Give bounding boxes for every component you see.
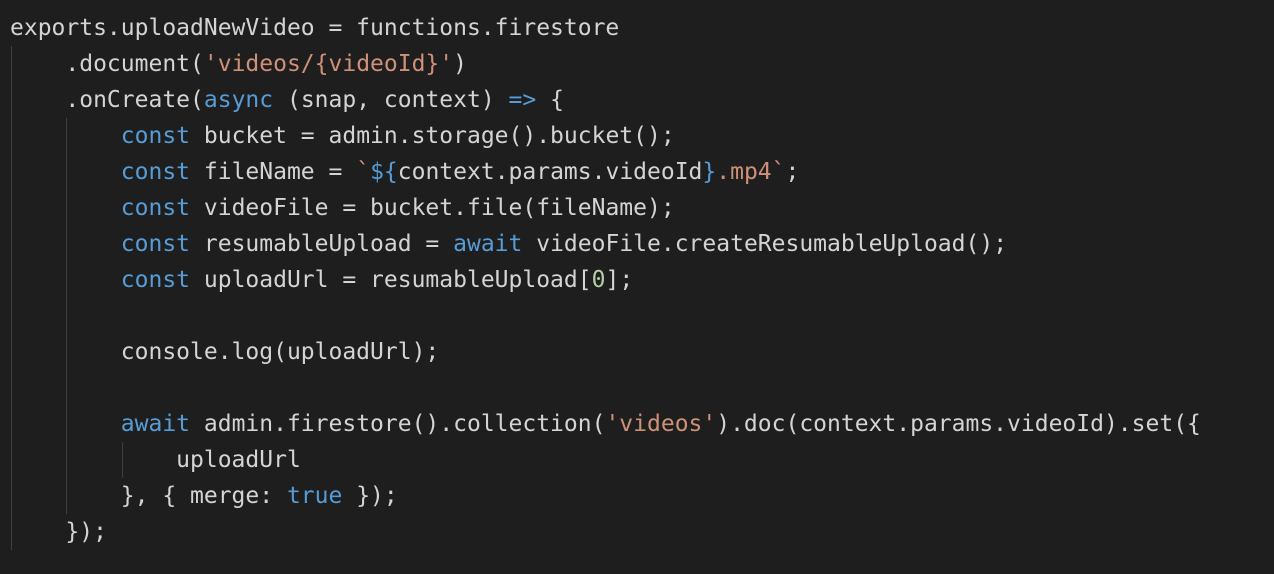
code-token: uploadUrl = resumableUpload[ xyxy=(190,267,592,293)
code-token: 'videos' xyxy=(605,411,717,437)
code-line[interactable]: const bucket = admin.storage().bucket(); xyxy=(10,118,1201,154)
code-token: bucket = admin.storage().bucket(); xyxy=(190,123,675,149)
code-token: console.log(uploadUrl); xyxy=(120,339,440,365)
code-token: }, { merge: xyxy=(120,483,287,509)
code-line[interactable] xyxy=(10,298,1201,334)
code-token: ` xyxy=(356,159,371,185)
code-token: }); xyxy=(65,519,107,545)
code-token: admin.firestore().collection( xyxy=(190,411,606,437)
code-token: ).doc(context.params.videoId).set({ xyxy=(716,411,1201,437)
code-content[interactable]: exports.uploadNewVideo = functions.fires… xyxy=(10,10,1201,550)
code-line[interactable]: }); xyxy=(10,514,1201,550)
code-token: }); xyxy=(342,483,398,509)
code-line[interactable]: .document('videos/{videoId}') xyxy=(10,46,1201,82)
code-line[interactable]: }, { merge: true }); xyxy=(10,478,1201,514)
code-token: ${ xyxy=(370,159,398,185)
code-line[interactable] xyxy=(10,370,1201,406)
code-line[interactable]: exports.uploadNewVideo = functions.fires… xyxy=(10,10,1201,46)
code-token: .mp4` xyxy=(716,159,786,185)
code-token: const xyxy=(120,123,191,149)
code-token: } xyxy=(702,159,717,185)
code-token: exports.uploadNewVideo = functions.fires… xyxy=(10,15,620,41)
code-line[interactable]: .onCreate(async (snap, context) => { xyxy=(10,82,1201,118)
code-token: async xyxy=(203,87,274,113)
code-token: context.params.videoId xyxy=(397,159,703,185)
code-line[interactable]: const videoFile = bucket.file(fileName); xyxy=(10,190,1201,226)
code-line[interactable]: const uploadUrl = resumableUpload[0]; xyxy=(10,262,1201,298)
code-token: (snap, context) xyxy=(273,87,509,113)
code-token: .document( xyxy=(65,51,204,77)
code-token: uploadUrl xyxy=(176,447,301,473)
code-token: const xyxy=(120,267,191,293)
code-token: await xyxy=(453,231,523,257)
code-token: videoFile = bucket.file(fileName); xyxy=(190,195,675,221)
code-token: { xyxy=(536,87,564,113)
code-line[interactable]: console.log(uploadUrl); xyxy=(10,334,1201,370)
code-token: videoFile.createResumableUpload(); xyxy=(522,231,1008,257)
code-token: ) xyxy=(453,51,467,77)
code-token: await xyxy=(120,411,191,437)
code-line[interactable]: uploadUrl xyxy=(10,442,1201,478)
code-token: 0 xyxy=(591,267,606,293)
code-token: true xyxy=(286,483,343,509)
code-token: => xyxy=(508,87,537,113)
code-token: const xyxy=(120,195,191,221)
code-editor[interactable]: exports.uploadNewVideo = functions.fires… xyxy=(0,0,1274,574)
code-token: .onCreate( xyxy=(65,87,204,113)
code-token: ; xyxy=(785,159,800,185)
code-token: fileName = xyxy=(190,159,357,185)
code-token: const xyxy=(120,159,191,185)
code-token: 'videos/{videoId}' xyxy=(203,51,454,77)
code-line[interactable]: const resumableUpload = await videoFile.… xyxy=(10,226,1201,262)
code-token: const xyxy=(120,231,191,257)
code-line[interactable]: await admin.firestore().collection('vide… xyxy=(10,406,1201,442)
code-token: resumableUpload = xyxy=(190,231,454,257)
code-line[interactable]: const fileName = `${context.params.video… xyxy=(10,154,1201,190)
code-token: ]; xyxy=(605,267,634,293)
